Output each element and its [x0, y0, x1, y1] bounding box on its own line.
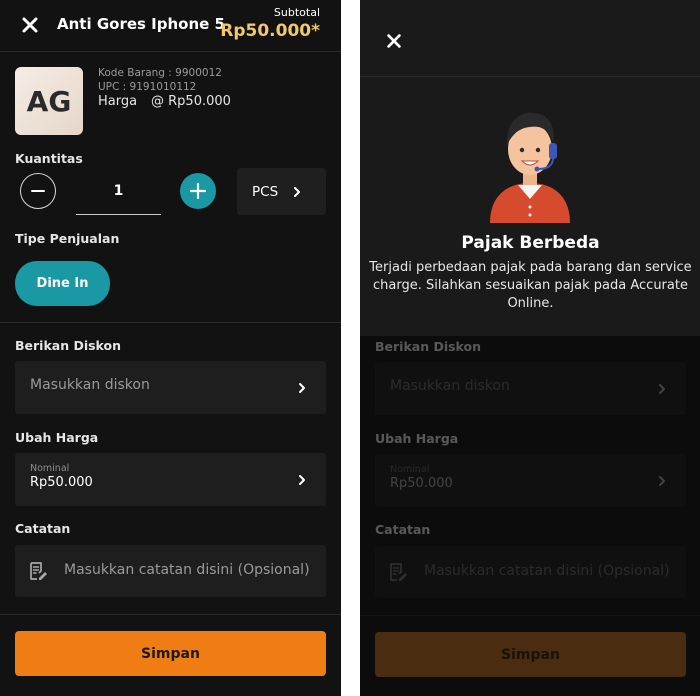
subtotal-value: Rp50.000*: [220, 21, 320, 41]
discount-field[interactable]: Masukkan diskon: [15, 361, 326, 414]
price-change-field: Nominal Rp50.000: [375, 454, 686, 507]
product-code: Kode Barang : 9900012: [98, 67, 222, 79]
unit-selector[interactable]: PCS: [237, 168, 326, 215]
close-icon: [387, 34, 401, 48]
price-value: @ Rp50.000: [151, 94, 231, 109]
page-title: Anti Gores Iphone 5: [57, 15, 225, 33]
notes-field[interactable]: Masukkan catatan disini (Opsional): [15, 545, 326, 597]
price-change-label: Ubah Harga: [375, 431, 459, 446]
notes-placeholder: Masukkan catatan disini (Opsional): [424, 563, 670, 579]
chevron-right-icon: [659, 384, 665, 394]
close-button[interactable]: [20, 15, 40, 35]
discount-placeholder: Masukkan diskon: [390, 378, 510, 394]
close-icon: [22, 17, 38, 33]
quantity-label: Kuantitas: [15, 151, 83, 166]
price-change-field[interactable]: Nominal Rp50.000: [15, 453, 326, 506]
unit-value: PCS: [252, 183, 279, 200]
product-upc: UPC : 9191010112: [98, 81, 197, 93]
dialog-message: Terjadi perbedaan pajak pada barang dan …: [369, 260, 692, 311]
minus-icon: [31, 190, 45, 192]
dialog-header-divider: [360, 76, 700, 77]
quantity-input[interactable]: 1: [76, 180, 161, 215]
price-change-label: Ubah Harga: [15, 430, 99, 445]
chevron-right-icon: [299, 475, 305, 485]
notes-placeholder: Masukkan catatan disini (Opsional): [64, 562, 310, 578]
price-label: Harga: [98, 94, 138, 109]
sales-type-label: Tipe Penjualan: [15, 231, 120, 246]
chevron-right-icon: [659, 476, 665, 486]
item-detail-screen: Anti Gores Iphone 5 Subtotal Rp50.000* A…: [0, 0, 341, 696]
discount-placeholder: Masukkan diskon: [30, 377, 150, 393]
note-icon: [390, 563, 407, 581]
nominal-value: Rp50.000: [390, 476, 453, 491]
decrease-quantity-button[interactable]: [20, 173, 56, 209]
footer-divider: [360, 615, 700, 616]
tax-warning-dialog: Pajak Berbeda Terjadi perbedaan pajak pa…: [360, 0, 700, 336]
notes-field: Masukkan catatan disini (Opsional): [375, 546, 686, 598]
discount-label: Berikan Diskon: [15, 338, 122, 353]
support-agent-illustration: [490, 112, 570, 223]
product-avatar: AG: [15, 67, 83, 135]
nominal-label: Nominal: [30, 463, 70, 474]
notes-label: Catatan: [15, 521, 71, 536]
dialog-title: Pajak Berbeda: [461, 233, 600, 253]
nominal-label: Nominal: [390, 464, 430, 475]
note-icon: [30, 562, 47, 580]
save-button-disabled: Simpan: [375, 632, 686, 677]
discount-label: Berikan Diskon: [375, 339, 482, 354]
dialog-close-button[interactable]: [385, 32, 403, 50]
sales-type-dine-in[interactable]: Dine In: [15, 261, 110, 306]
save-button[interactable]: Simpan: [15, 631, 326, 676]
tax-warning-screen: Berikan Diskon Masukkan diskon Ubah Harg…: [360, 0, 700, 696]
plus-icon: [190, 183, 206, 199]
subtotal-label: Subtotal: [273, 6, 320, 19]
chevron-right-icon: [299, 383, 305, 393]
header-divider: [0, 51, 341, 52]
chevron-right-icon: [294, 186, 301, 197]
discount-field: Masukkan diskon: [375, 362, 686, 415]
notes-label: Catatan: [375, 522, 431, 537]
increase-quantity-button[interactable]: [180, 173, 216, 209]
nominal-value: Rp50.000: [30, 475, 93, 490]
section-divider: [0, 322, 341, 323]
footer-divider: [0, 614, 341, 615]
